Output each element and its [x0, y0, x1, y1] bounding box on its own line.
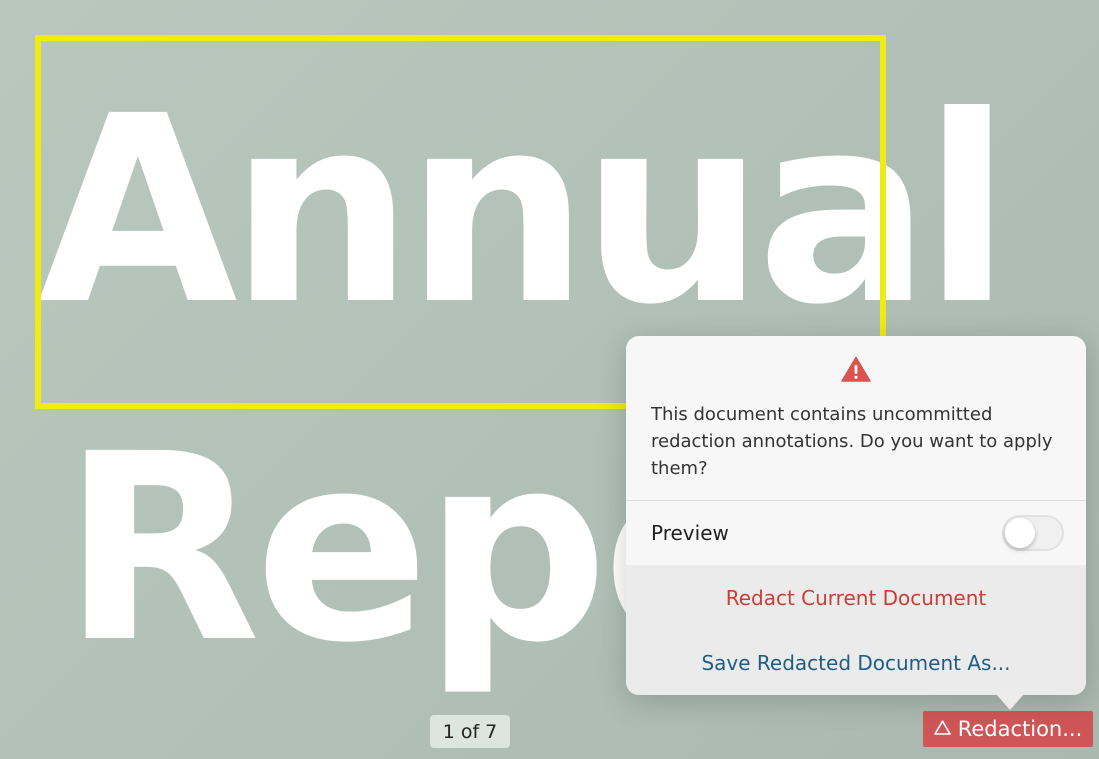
- redact-current-document-button[interactable]: Redact Current Document: [626, 565, 1086, 630]
- redaction-popover: This document contains uncommitted redac…: [626, 336, 1086, 695]
- warning-triangle-outline-icon: [933, 719, 951, 739]
- page-indicator-label: 1 of 7: [442, 720, 498, 743]
- popover-message: This document contains uncommitted redac…: [651, 404, 1053, 479]
- save-redacted-document-as-button[interactable]: Save Redacted Document As...: [626, 630, 1086, 695]
- redact-current-document-label: Redact Current Document: [725, 585, 987, 610]
- preview-label: Preview: [651, 521, 729, 545]
- preview-toggle-knob: [1005, 518, 1035, 548]
- redaction-menu-button[interactable]: Redaction...: [923, 711, 1093, 747]
- preview-row: Preview: [626, 501, 1086, 565]
- redaction-menu-button-label: Redaction...: [957, 717, 1083, 741]
- popover-arrow: [996, 694, 1024, 710]
- warning-triangle-icon: [841, 356, 871, 384]
- page-indicator: 1 of 7: [430, 715, 510, 748]
- save-redacted-document-as-label: Save Redacted Document As...: [701, 650, 1011, 675]
- popover-icon-container: [626, 356, 1086, 384]
- preview-toggle[interactable]: [1002, 515, 1064, 551]
